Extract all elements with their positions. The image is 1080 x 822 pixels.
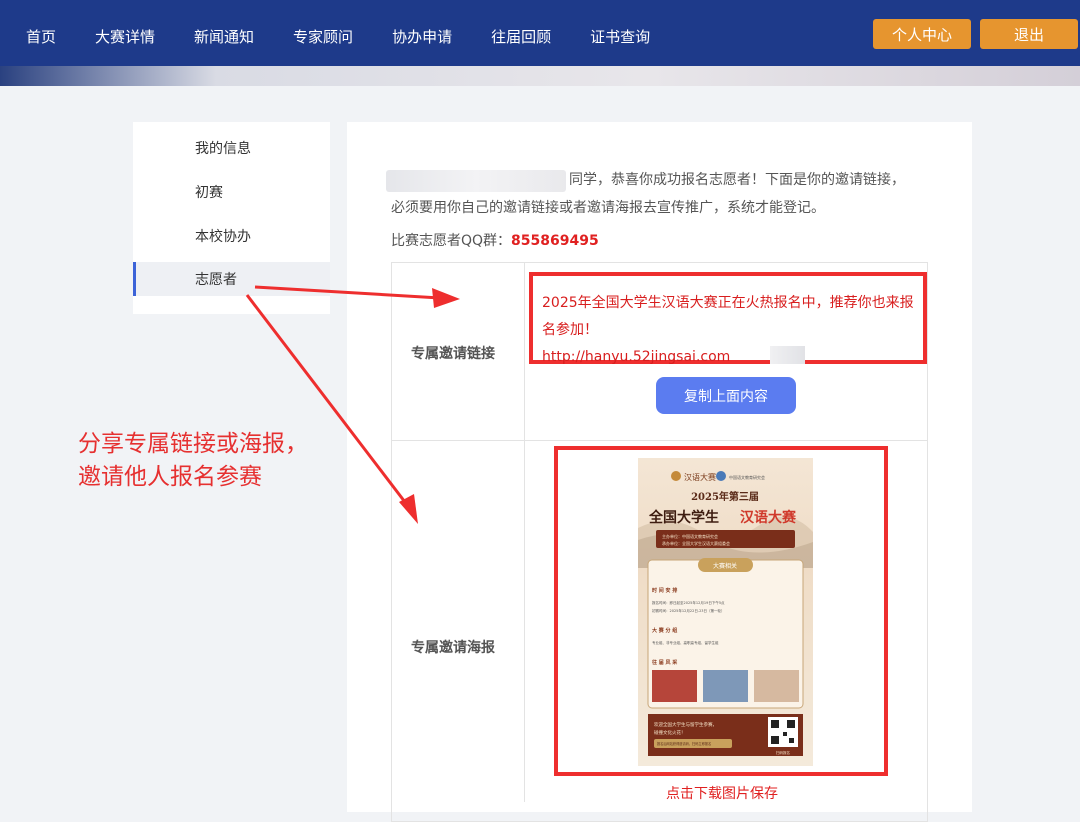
poster-schedule-1: 报名时间：即日起至2025年12月19日下午5点 (652, 600, 725, 605)
table-divider-vertical (524, 262, 525, 802)
intro-line-2: 必须要用你自己的邀请链接或者邀请海报去宣传推广，系统才能登记。 (391, 200, 825, 216)
annotation-callout: 分享专属链接或海报， 邀请他人报名参赛 (78, 428, 308, 494)
poster-footer-1: 欢迎全国大学生与留学生参赛， (654, 721, 717, 728)
invite-text[interactable]: 2025年全国大学生汉语大赛正在火热报名中，推荐你也来报名参加！ http://… (542, 290, 917, 371)
poster-graphic: 汉语大赛 中国语文教育研究会 2025年第三届 全国大学生 汉语大赛 主办单位：… (638, 458, 813, 766)
annotation-line-2: 邀请他人报名参赛 (78, 464, 262, 490)
redacted-name (386, 170, 566, 192)
table-divider-horizontal (391, 440, 928, 441)
poster-title-b: 汉语大赛 (740, 509, 797, 526)
nav-news[interactable]: 新闻通知 (194, 26, 254, 47)
poster-edition: 2025年第三届 (691, 490, 759, 503)
nav-past-review[interactable]: 往届回顾 (491, 26, 551, 47)
poster-brand: 汉语大赛 (684, 472, 716, 482)
poster-groups-head: 大 赛 分 组 (652, 627, 677, 634)
qq-group-line: 比赛志愿者QQ群：855869495 (391, 227, 599, 255)
poster-footer-cta: 报名后网站获得邀请码，扫码立即报名 (657, 741, 711, 746)
invite-link-label: 专属邀请链接 (411, 346, 495, 362)
poster-org: 中国语文教育研究会 (729, 474, 765, 480)
poster-groups-text: 专业组、非专业组、高职高专组、留学生组 (652, 640, 719, 645)
nav-contest-details[interactable]: 大赛详情 (95, 26, 155, 47)
poster-qr-label: 扫码报名 (776, 750, 790, 755)
main-nav: 首页 大赛详情 新闻通知 专家顾问 协办申请 往届回顾 证书查询 (0, 0, 689, 72)
nav-home[interactable]: 首页 (26, 26, 56, 47)
copy-content-button[interactable]: 复制上面内容 (656, 377, 796, 414)
redacted-url-tail (770, 346, 805, 364)
qq-label: 比赛志愿者QQ群： (391, 233, 512, 249)
invite-message: 2025年全国大学生汉语大赛正在火热报名中，推荐你也来报名参加！ (542, 295, 914, 338)
nav-certificate[interactable]: 证书查询 (590, 26, 650, 47)
poster-schedule-2: 初赛时间：2025年12月22日-23日（第一轮） (652, 608, 725, 613)
poster-host-2: 承办单位：全国大学生汉语大赛组委会 (662, 540, 730, 546)
poster-schedule-head: 时 间 安 排 (652, 587, 677, 594)
invite-url: http://hanyu.52jingsai.com (542, 349, 731, 365)
annotation-line-1: 分享专属链接或海报， (78, 431, 308, 457)
poster-footer-2: 碰撞文化火花！ (654, 729, 686, 736)
nav-co-organize[interactable]: 协办申请 (392, 26, 452, 47)
invite-poster[interactable]: 汉语大赛 中国语文教育研究会 2025年第三届 全国大学生 汉语大赛 主办单位：… (638, 458, 813, 766)
intro-line-1: 同学，恭喜你成功报名志愿者！下面是你的邀请链接， (569, 172, 905, 188)
invite-poster-label: 专属邀请海报 (411, 640, 495, 656)
sidebar-item-preliminary[interactable]: 初赛 (133, 175, 330, 209)
download-image-link[interactable]: 点击下载图片保存 (666, 783, 778, 803)
poster-showcase-head: 往 届 风 采 (651, 659, 678, 666)
logout-button[interactable]: 退出 (980, 19, 1078, 49)
qq-number: 855869495 (511, 233, 599, 249)
poster-title-a: 全国大学生 (648, 509, 719, 526)
poster-host-1: 主办单位：中国语文教育研究会 (662, 533, 718, 539)
sidebar-item-school-coorganize[interactable]: 本校协办 (133, 219, 330, 253)
sidebar-item-my-info[interactable]: 我的信息 (133, 131, 330, 165)
nav-experts[interactable]: 专家顾问 (293, 26, 353, 47)
poster-section-badge: 大赛相关 (713, 562, 737, 570)
personal-center-button[interactable]: 个人中心 (873, 19, 971, 49)
sidebar-item-volunteer[interactable]: 志愿者 (133, 262, 330, 296)
